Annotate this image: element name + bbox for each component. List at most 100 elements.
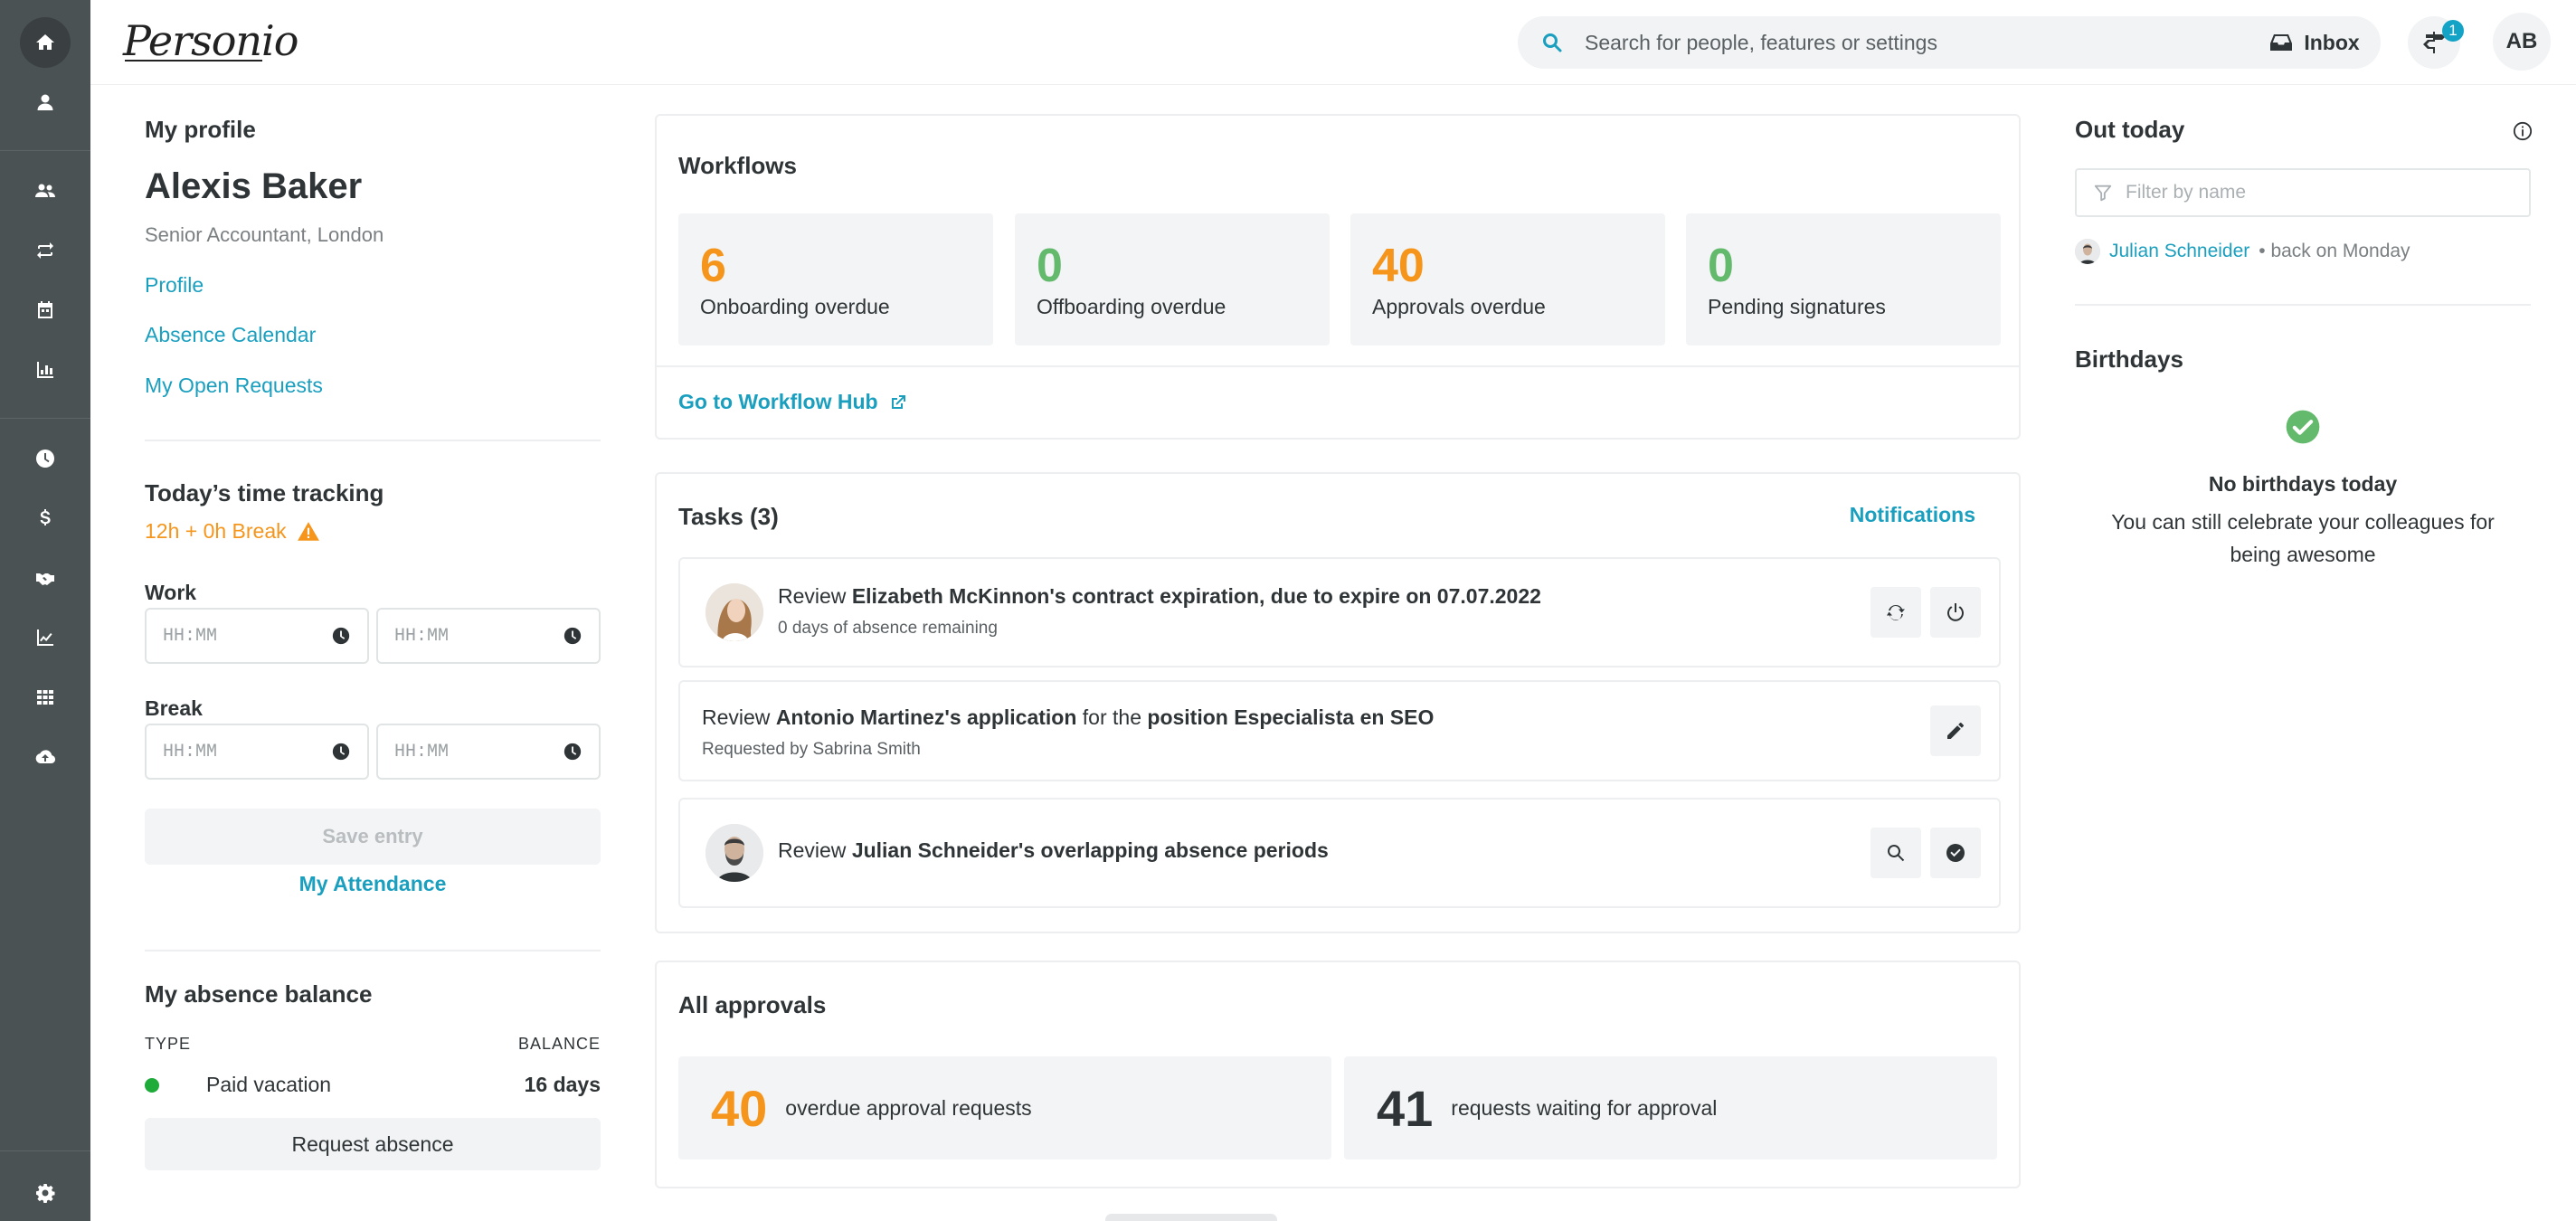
personio-logo[interactable]: Personio [123, 16, 298, 65]
birthdays-title: Birthdays [2075, 345, 2183, 373]
clock-icon [564, 627, 582, 645]
nav-profile[interactable] [20, 77, 71, 128]
card-divider [657, 365, 2019, 367]
save-entry-button[interactable]: Save entry [145, 809, 601, 865]
user-avatar[interactable]: AB [2493, 13, 2551, 71]
edit-button[interactable] [1930, 705, 1981, 756]
time-tracking-summary: 12h + 0h Break [145, 519, 321, 544]
overdue-approvals-label: overdue approval requests [785, 1095, 1032, 1120]
time-placeholder: HH:MM [394, 625, 450, 647]
clock-icon [332, 743, 350, 761]
nav-employees[interactable] [20, 166, 71, 216]
stat-offboarding[interactable]: 0 Offboarding overdue [1015, 213, 1330, 345]
avatar [706, 824, 763, 882]
clock-icon [332, 627, 350, 645]
time-placeholder: HH:MM [163, 741, 218, 762]
overdue-approvals-value: 40 [711, 1079, 768, 1137]
power-icon [1947, 603, 1964, 621]
absence-balance-value: 16 days [524, 1073, 601, 1096]
notifications-link[interactable]: Notifications [1850, 503, 1975, 527]
search-icon [1888, 845, 1905, 862]
search-input[interactable] [1585, 30, 2272, 55]
task-subtitle: 0 days of absence remaining [778, 619, 998, 638]
stat-value: 6 [700, 240, 726, 292]
refresh-icon [1887, 604, 1905, 620]
line-chart-icon [37, 629, 53, 646]
open-requests-link[interactable]: My Open Requests [145, 374, 323, 398]
clock-icon [564, 743, 582, 761]
task-item[interactable]: Review Julian Schneider's overlapping ab… [678, 798, 2001, 908]
section-divider [2075, 304, 2531, 306]
profile-name: Alexis Baker [145, 166, 363, 206]
task-item[interactable]: Review Elizabeth McKinnon's contract exp… [678, 557, 2001, 667]
dollar-icon [40, 509, 51, 525]
info-icon[interactable] [2513, 121, 2533, 141]
nav-home[interactable] [20, 17, 71, 68]
renew-button[interactable] [1870, 587, 1921, 638]
nav-performance[interactable] [20, 612, 71, 663]
profile-link[interactable]: Profile [145, 273, 204, 298]
waiting-approvals-tile[interactable]: 41 requests waiting for approval [1344, 1056, 1997, 1159]
filter-icon [2094, 185, 2112, 202]
avatar [2075, 239, 2100, 264]
stat-approvals[interactable]: 40 Approvals overdue [1350, 213, 1665, 345]
nav-calendar[interactable] [20, 285, 71, 336]
out-today-filter[interactable] [2075, 168, 2531, 217]
nav-apps[interactable] [20, 672, 71, 723]
workflow-hub-link[interactable]: Go to Workflow Hub [678, 390, 907, 414]
settings-gear-icon [36, 1184, 55, 1203]
terminate-button[interactable] [1930, 587, 1981, 638]
sidebar [0, 0, 90, 1221]
stat-label: Pending signatures [1708, 295, 1886, 318]
stat-signatures[interactable]: 0 Pending signatures [1686, 213, 2001, 345]
my-attendance-link[interactable]: My Attendance [145, 872, 601, 896]
top-bar: Personio Inbox 1 AB [90, 0, 2576, 85]
nav-processes[interactable] [20, 225, 71, 276]
bar-chart-icon [37, 362, 53, 378]
nav-upload[interactable] [20, 732, 71, 782]
my-profile-title: My profile [145, 116, 256, 143]
inspect-button[interactable] [1870, 828, 1921, 878]
stat-value: 40 [1372, 240, 1425, 292]
out-today-person: Julian Schneider • back on Monday [2075, 239, 2410, 264]
apps-grid-icon [37, 690, 53, 705]
warning-icon [297, 521, 319, 541]
stat-onboarding[interactable]: 6 Onboarding overdue [678, 213, 993, 345]
resolve-button[interactable] [1930, 828, 1981, 878]
inbox-icon [2270, 34, 2293, 51]
task-title: Review Antonio Martinez's application fo… [702, 705, 1435, 729]
scroll-indicator[interactable] [1105, 1214, 1277, 1221]
stat-label: Offboarding overdue [1037, 295, 1226, 318]
people-icon [35, 184, 55, 197]
global-search[interactable] [1518, 16, 2314, 69]
nav-settings[interactable] [20, 1168, 71, 1218]
task-title: Review Julian Schneider's overlapping ab… [778, 838, 1329, 862]
work-end-input[interactable]: HH:MM [376, 608, 601, 664]
stat-label: Approvals overdue [1372, 295, 1546, 318]
inbox-button[interactable]: Inbox [2249, 16, 2381, 69]
request-absence-button[interactable]: Request absence [145, 1118, 601, 1170]
type-column-header: TYPE [145, 1035, 192, 1053]
search-icon [1543, 33, 1562, 52]
waiting-approvals-label: requests waiting for approval [1451, 1095, 1718, 1120]
nav-payroll[interactable] [20, 493, 71, 544]
filter-input[interactable] [2126, 182, 2505, 204]
external-link-icon [891, 394, 905, 409]
absence-calendar-link[interactable]: Absence Calendar [145, 323, 316, 347]
overdue-approvals-tile[interactable]: 40 overdue approval requests [678, 1056, 1331, 1159]
break-end-input[interactable]: HH:MM [376, 724, 601, 780]
break-start-input[interactable]: HH:MM [145, 724, 369, 780]
person-icon [37, 94, 53, 110]
work-start-input[interactable]: HH:MM [145, 608, 369, 664]
tasks-card: Tasks (3) Notifications Review Elizabeth… [655, 472, 2021, 933]
time-tracking-title: Today’s time tracking [145, 479, 384, 506]
nav-reports[interactable] [20, 345, 71, 395]
work-label: Work [145, 581, 197, 604]
edit-pencil-icon [1947, 723, 1964, 739]
nav-recruiting[interactable] [20, 553, 71, 603]
task-item[interactable]: Review Antonio Martinez's application fo… [678, 680, 2001, 781]
out-person-name[interactable]: Julian Schneider [2109, 241, 2249, 262]
approvals-title: All approvals [678, 991, 827, 1018]
time-placeholder: HH:MM [394, 741, 450, 762]
nav-time[interactable] [20, 433, 71, 484]
